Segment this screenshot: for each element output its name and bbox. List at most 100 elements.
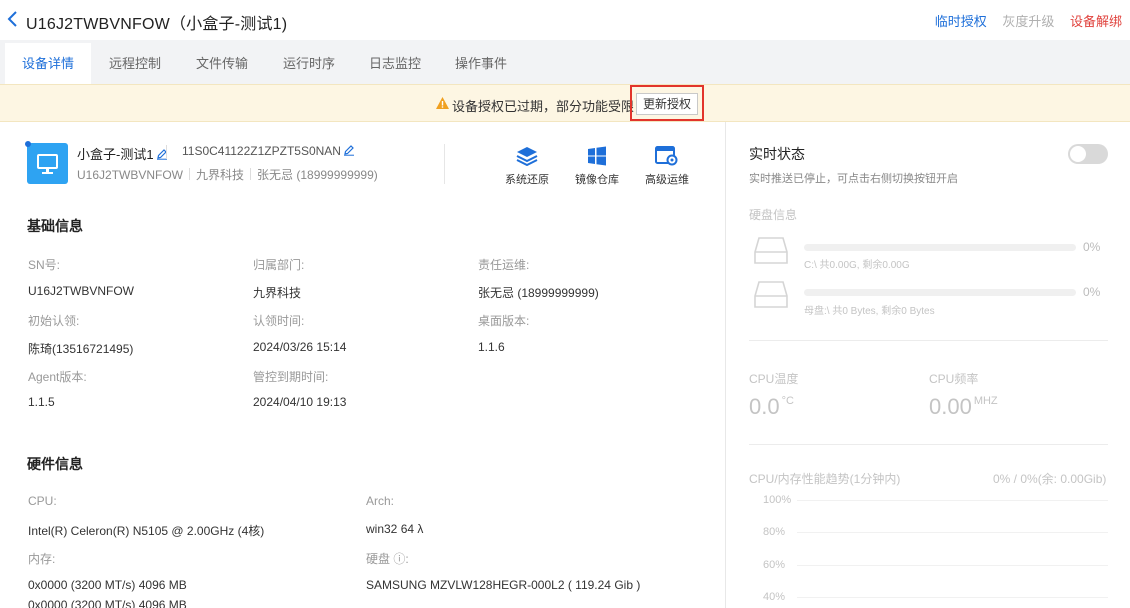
image-repository-button[interactable]: 镜像仓库 bbox=[567, 146, 627, 187]
disk-info-title: 硬盘信息 bbox=[749, 208, 798, 222]
warning-icon bbox=[436, 97, 449, 109]
y-tick-label: 60% bbox=[763, 559, 786, 571]
field-label: SN号: bbox=[28, 258, 61, 272]
edit-icon[interactable] bbox=[343, 144, 355, 156]
banner-message: 设备授权已过期，部分功能受限 bbox=[452, 99, 635, 114]
cpu-temp-unit: °C bbox=[781, 395, 794, 407]
temp-auth-link[interactable]: 临时授权 bbox=[935, 14, 987, 29]
field-label: CPU: bbox=[28, 494, 57, 508]
tab-file-transfer[interactable]: 文件传输 bbox=[179, 43, 265, 84]
tab-device-details[interactable]: 设备详情 bbox=[5, 43, 91, 84]
gray-upgrade-link[interactable]: 灰度升级 bbox=[1002, 14, 1054, 29]
tab-remote-control[interactable]: 远程控制 bbox=[92, 43, 178, 84]
field-label: Arch: bbox=[366, 494, 395, 508]
device-serial: 11S0C41122Z1ZPZT5S0NAN bbox=[182, 144, 341, 158]
realtime-subtitle: 实时推送已停止，可点击右侧切换按钮开启 bbox=[749, 173, 958, 185]
renew-highlight: 更新授权 bbox=[630, 85, 704, 121]
field-label: 桌面版本: bbox=[478, 314, 530, 328]
field-label: 责任运维: bbox=[478, 258, 530, 272]
field-value: 2024/04/10 19:13 bbox=[253, 395, 347, 409]
gridline bbox=[797, 532, 1108, 533]
field-label: Agent版本: bbox=[28, 370, 87, 384]
disk-usage-percent: 0% bbox=[1083, 285, 1101, 299]
divider bbox=[444, 144, 445, 184]
tool-label: 镜像仓库 bbox=[575, 174, 619, 186]
device-avatar bbox=[27, 143, 68, 184]
toggle-knob bbox=[1070, 146, 1086, 162]
device-sn: U16J2TWBVNFOW bbox=[77, 168, 184, 182]
header-actions: 临时授权 灰度升级 设备解绑 bbox=[923, 11, 1122, 30]
cpu-freq-label: CPU频率 bbox=[929, 372, 979, 386]
advanced-ops-button[interactable]: 高级运维 bbox=[637, 146, 697, 187]
field-label: 管控到期时间: bbox=[253, 370, 329, 384]
cpu-temp-label: CPU温度 bbox=[749, 372, 799, 386]
settings-window-icon bbox=[655, 146, 678, 166]
disk-usage-text: C:\ 共0.00G, 剩余0.00G bbox=[804, 260, 910, 271]
unbind-device-link[interactable]: 设备解绑 bbox=[1070, 14, 1122, 29]
memory-value: 0x0000 (3200 MT/s) 4096 MB bbox=[28, 598, 187, 608]
disk-label[interactable]: 硬盘 ⓘ: bbox=[366, 550, 409, 567]
divider bbox=[166, 145, 167, 159]
trend-summary: 0% / 0%(余: 0.00Gib) bbox=[993, 472, 1107, 486]
field-label: 内存: bbox=[28, 552, 56, 566]
device-meta: U16J2TWBVNFOW 九界科技 张无忌 (18999999999) bbox=[77, 166, 378, 183]
license-expired-banner: 设备授权已过期，部分功能受限 更新授权 bbox=[0, 84, 1130, 122]
device-name: 小盒子-测试1 bbox=[77, 147, 154, 162]
field-value: 1.1.6 bbox=[478, 340, 505, 354]
divider bbox=[749, 444, 1108, 445]
system-restore-button[interactable]: 系统还原 bbox=[497, 146, 557, 187]
field-value: 陈琦(13516721495) bbox=[28, 342, 134, 356]
device-serial-row: 11S0C41122Z1ZPZT5S0NAN bbox=[182, 144, 355, 158]
basic-info-title: 基础信息 bbox=[27, 218, 83, 234]
field-value: 1.1.5 bbox=[28, 395, 55, 409]
field-label: 归属部门: bbox=[253, 258, 305, 272]
hard-drive-icon bbox=[754, 281, 788, 308]
monitor-icon bbox=[37, 154, 58, 174]
gridline bbox=[797, 597, 1108, 598]
cpu-temp-value: 0.0 bbox=[749, 394, 780, 419]
arch-value: win32 64 λ bbox=[366, 522, 424, 536]
field-value: U16J2TWBVNFOW bbox=[28, 284, 135, 298]
tab-runtime-timeline[interactable]: 运行时序 bbox=[266, 43, 352, 84]
tab-log-monitor[interactable]: 日志监控 bbox=[352, 43, 438, 84]
y-tick-label: 100% bbox=[763, 494, 792, 506]
tab-bar: 设备详情 远程控制 文件传输 运行时序 日志监控 操作事件 bbox=[0, 40, 1130, 84]
memory-value: 0x0000 (3200 MT/s) 4096 MB bbox=[28, 578, 187, 592]
disk-usage-text: 母盘:\ 共0 Bytes, 剩余0 Bytes bbox=[804, 306, 935, 317]
realtime-title: 实时状态 bbox=[749, 146, 805, 162]
page-header: U16J2TWBVNFOW（小盒子-测试1) 临时授权 灰度升级 设备解绑 bbox=[0, 0, 1130, 40]
tool-label: 高级运维 bbox=[645, 174, 689, 186]
cpu-freq-readout: 0.00 MHZ bbox=[929, 394, 998, 420]
renew-license-button[interactable]: 更新授权 bbox=[636, 93, 698, 115]
device-owner: 张无忌 (18999999999) bbox=[257, 168, 378, 182]
field-label: 初始认领: bbox=[28, 314, 80, 328]
disk-usage-bar bbox=[804, 289, 1076, 296]
hardware-info-title: 硬件信息 bbox=[27, 456, 83, 472]
gridline bbox=[797, 565, 1108, 566]
cpu-value: Intel(R) Celeron(R) N5105 @ 2.00GHz (4核) bbox=[28, 524, 265, 538]
y-tick-label: 80% bbox=[763, 526, 786, 538]
device-name-row: 小盒子-测试1 bbox=[77, 144, 168, 163]
realtime-status-panel: 实时状态 实时推送已停止，可点击右侧切换按钮开启 硬盘信息 0% C:\ 共0.… bbox=[727, 122, 1130, 608]
realtime-toggle[interactable] bbox=[1068, 144, 1108, 164]
device-company: 九界科技 bbox=[196, 168, 245, 182]
page-title: U16J2TWBVNFOW（小盒子-测试1) bbox=[26, 16, 288, 33]
tool-label: 系统还原 bbox=[505, 174, 549, 186]
back-arrow-icon[interactable] bbox=[6, 9, 20, 29]
y-tick-label: 40% bbox=[763, 591, 786, 603]
windows-icon bbox=[588, 146, 606, 166]
online-status-dot bbox=[25, 141, 31, 147]
hard-drive-icon bbox=[754, 237, 788, 264]
field-value: 张无忌 (18999999999) bbox=[478, 286, 599, 300]
disk-usage-bar bbox=[804, 244, 1076, 251]
layers-icon bbox=[516, 147, 538, 166]
cpu-temp-readout: 0.0 °C bbox=[749, 394, 794, 420]
tab-operation-events[interactable]: 操作事件 bbox=[438, 43, 524, 84]
disk-usage-percent: 0% bbox=[1083, 240, 1101, 254]
divider bbox=[749, 340, 1108, 341]
device-detail-panel: 小盒子-测试1 11S0C41122Z1ZPZT5S0NAN U16J2TWBV… bbox=[0, 122, 726, 608]
disk-value: SAMSUNG MZVLW128HEGR-000L2 ( 119.24 Gib … bbox=[366, 578, 641, 592]
trend-title: CPU/内存性能趋势(1分钟内) bbox=[749, 472, 901, 486]
cpu-freq-value: 0.00 bbox=[929, 394, 972, 419]
field-value: 2024/03/26 15:14 bbox=[253, 340, 347, 354]
